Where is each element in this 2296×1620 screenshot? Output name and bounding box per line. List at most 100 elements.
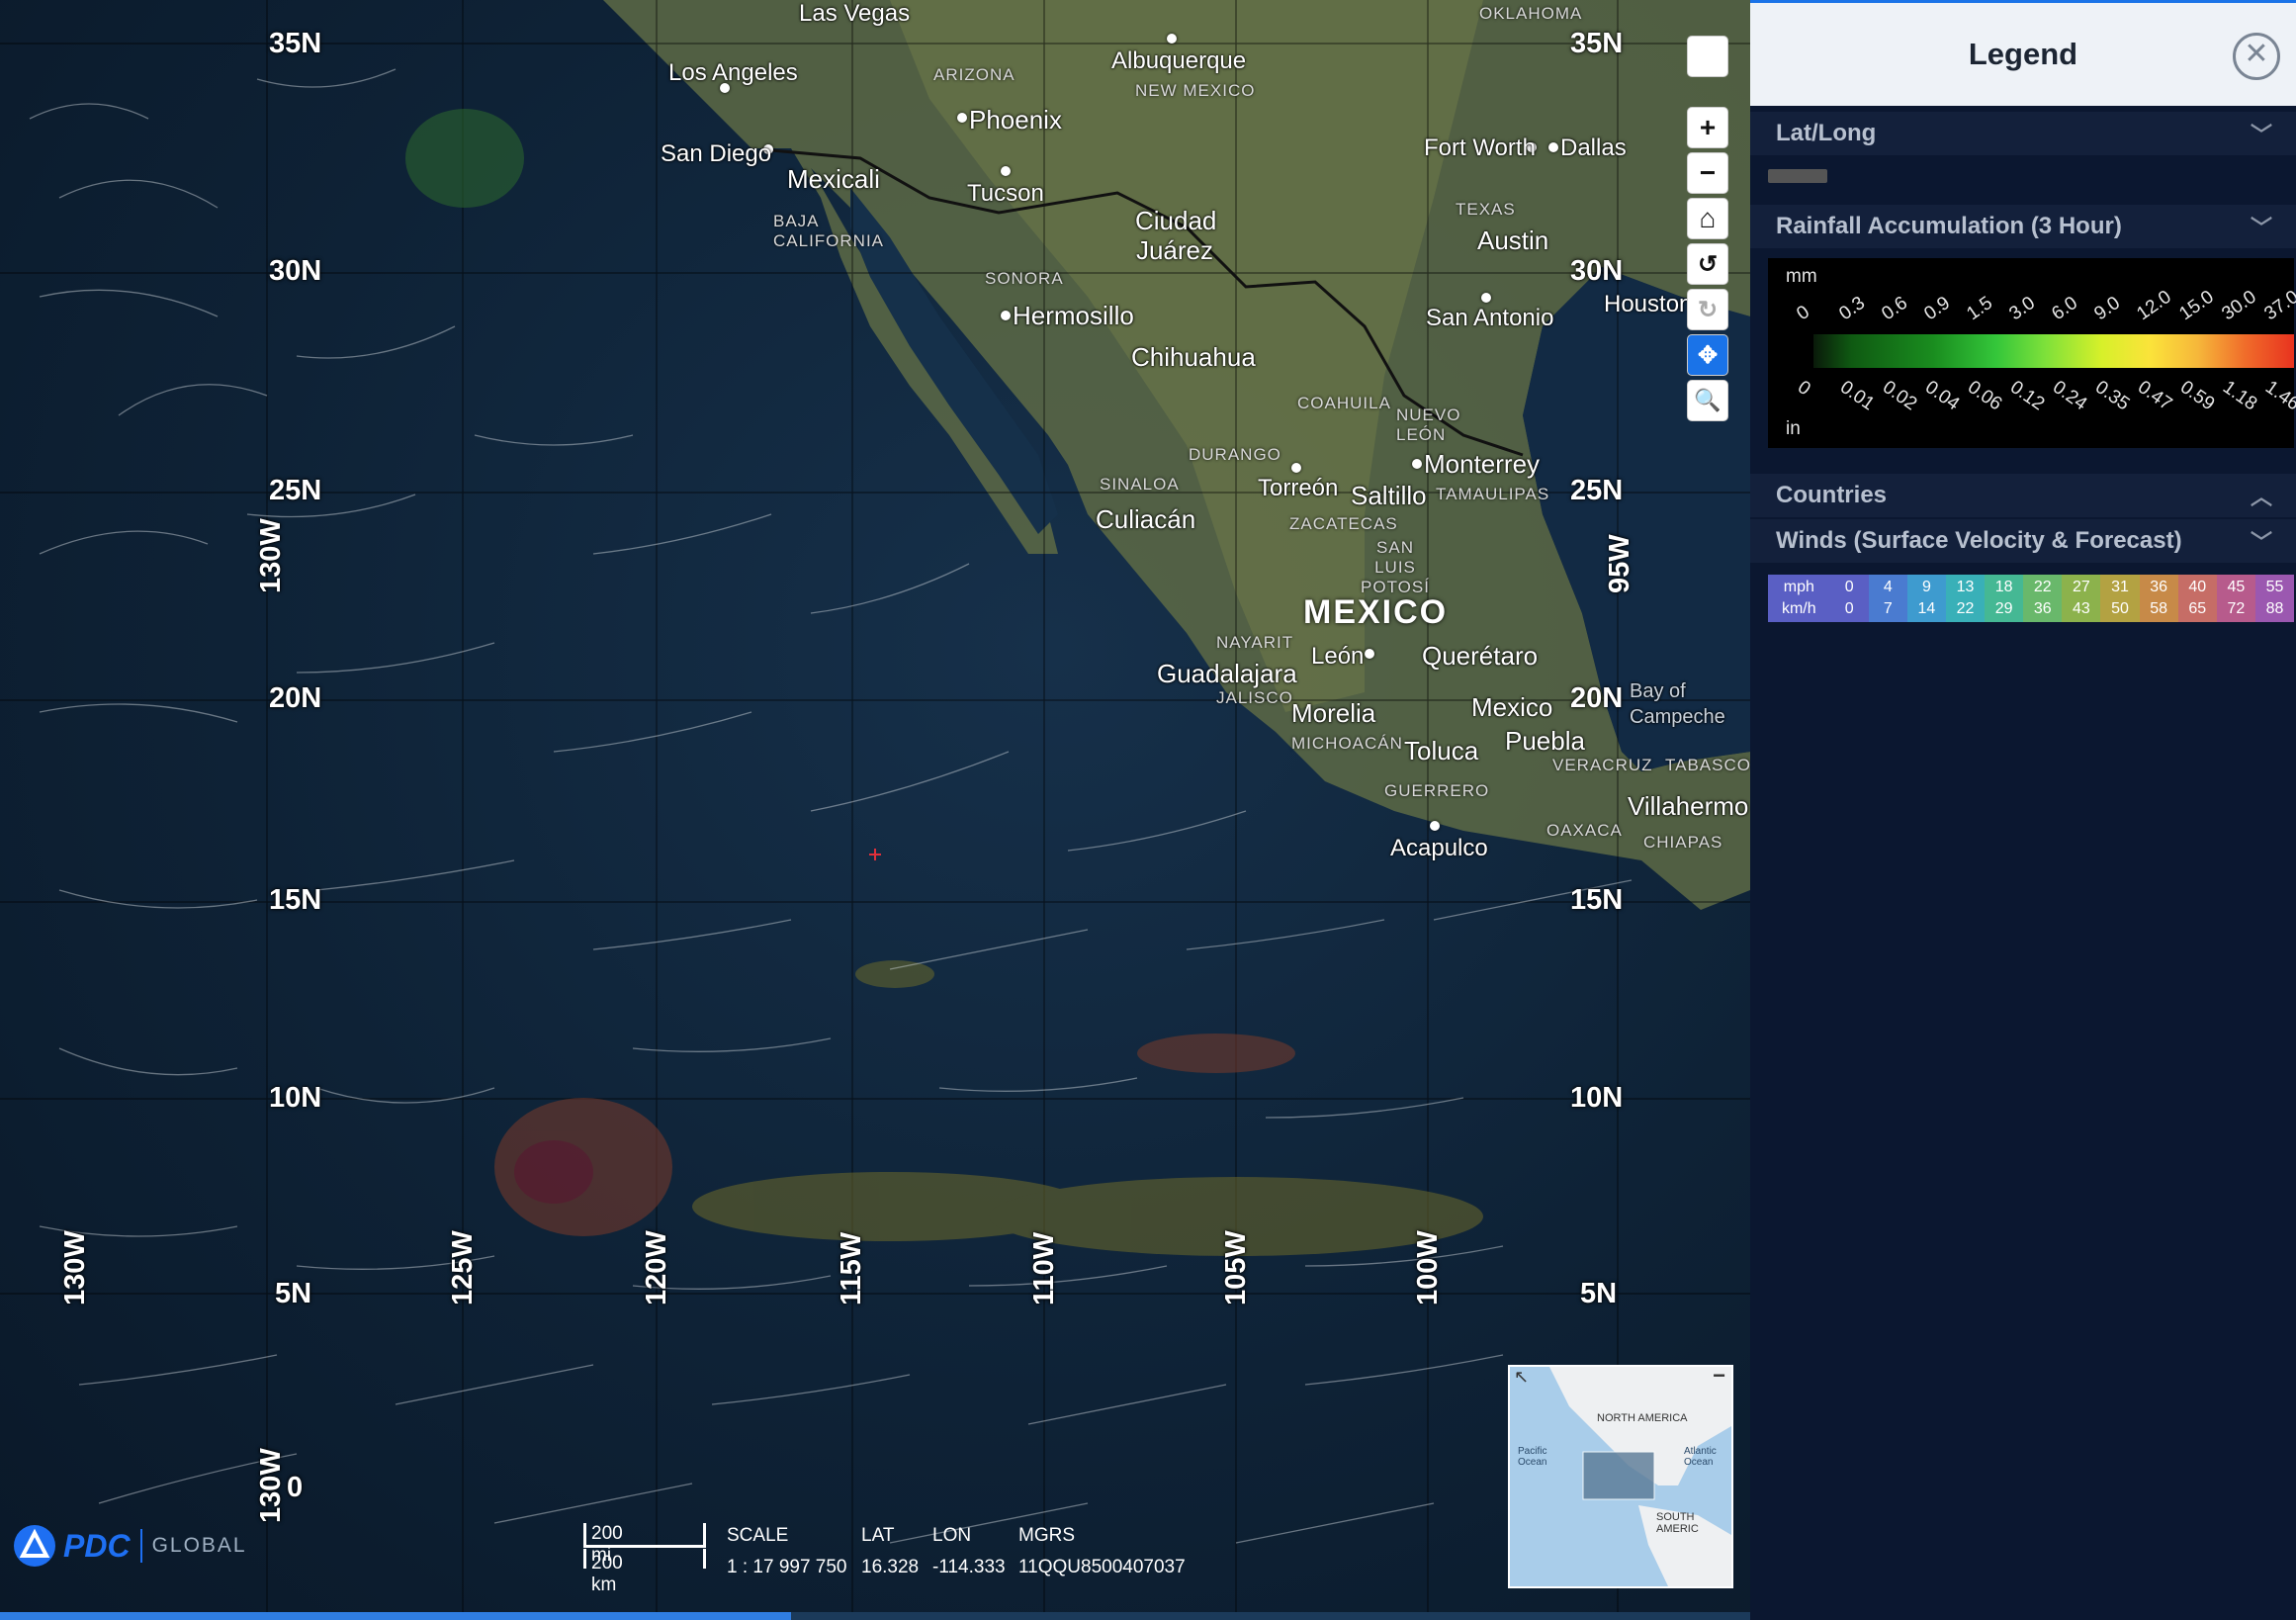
city-label: Querétaro (1422, 641, 1539, 671)
section-rainfall[interactable]: Rainfall Accumulation (3 Hour) ﹀ (1750, 205, 2296, 248)
city-label: Tucson (967, 180, 1044, 207)
overview-label: Pacific Ocean (1518, 1446, 1547, 1468)
rain-tick-in: 0.35 (2090, 377, 2134, 415)
city-label: Hermosillo (1013, 301, 1134, 330)
close-icon[interactable]: ✕ (2233, 33, 2280, 80)
overview-label: SOUTH AMERIC (1656, 1511, 1699, 1535)
home-button[interactable]: ⌂ (1687, 198, 1728, 239)
rainfall-legend: mm in 0 0.3 0.6 0.9 1.5 3.0 6.0 9.0 12.0 15.0 30.0… (1768, 258, 2296, 448)
city-label: Mexico (1471, 692, 1553, 722)
map-canvas[interactable]: 35N 30N 25N 20N 15N 10N 5N 0 35N 30N 25N… (0, 0, 1750, 1620)
city-label: Monterrey (1424, 449, 1541, 479)
lat-label-text: LAT (861, 1525, 895, 1546)
lon-label: 115W (836, 1231, 867, 1305)
rain-tick-mm: 0.3 (1835, 292, 1870, 325)
city-label: Phoenix (969, 105, 1062, 135)
rain-tick-in: 1.46 (2260, 377, 2296, 415)
lat-label: 10N (269, 1082, 322, 1114)
wind-swatch: 13 22 (1945, 575, 1986, 622)
city-label: Chihuahua (1131, 342, 1256, 372)
section-label: Countries (1776, 482, 1888, 508)
rain-tick-in: 0.24 (2048, 377, 2091, 415)
lon-label: 130W (255, 1448, 287, 1523)
section-winds[interactable]: Winds (Surface Velocity & Forecast) ﹀ (1750, 519, 2296, 563)
city-label: Dallas (1560, 135, 1627, 161)
city-label: Houston (1604, 291, 1693, 317)
chevron-down-icon: ﹀ (2250, 216, 2272, 240)
pdc-logo-icon (14, 1525, 55, 1567)
section-label: Rainfall Accumulation (3 Hour) (1776, 213, 2122, 239)
section-countries[interactable]: Countries ︿ (1750, 474, 2296, 517)
collapse-icon[interactable]: − (1713, 1363, 1725, 1389)
region-label: SINALOA (1100, 475, 1180, 494)
wind-unit-kmh: km/h (1781, 600, 1816, 617)
rainfall-gradient (1813, 334, 2294, 368)
lon-label-text: LON (932, 1525, 972, 1546)
lat-label-right: 35N (1570, 28, 1624, 59)
city-label: Villahermo (1628, 791, 1749, 821)
rain-tick-mm: 15.0 (2175, 286, 2218, 325)
expand-icon[interactable]: ↖ (1514, 1367, 1529, 1388)
legend-panel: Legend ✕ Lat/Long ﹀ Rainfall Accumulatio… (1750, 0, 2296, 1620)
scale-label: SCALE (727, 1525, 789, 1546)
section-label: Winds (Surface Velocity & Forecast) (1776, 527, 2182, 554)
lat-label: 5N (275, 1278, 312, 1309)
lon-label: 95W (1604, 534, 1635, 593)
rain-tick-mm: 6.0 (2048, 292, 2082, 325)
city-label: Albuquerque (1111, 47, 1247, 74)
city-label: Culiacán (1096, 504, 1196, 534)
rain-tick-mm: 37.0 (2260, 286, 2296, 325)
mgrs-value: 11QQU8500407037 (1018, 1557, 1186, 1577)
layer-toggle-button[interactable] (1687, 36, 1728, 77)
zoom-out-button[interactable]: − (1687, 152, 1728, 194)
scale-km: 200 km (591, 1553, 623, 1595)
rain-tick-in: 1.18 (2218, 377, 2261, 415)
city-label: Fort Worth (1424, 135, 1536, 161)
lon-label: 105W (1220, 1230, 1252, 1305)
rotate-right-button[interactable]: ↻ (1687, 289, 1728, 330)
coordinate-readout: SCALE LAT LON MGRS 1 : 17 997 750 16.328… (727, 1525, 1186, 1578)
overview-label: Atlantic Ocean (1684, 1446, 1717, 1468)
brand-global: GLOBAL (151, 1534, 247, 1557)
wind-unit-mph: mph (1783, 579, 1814, 595)
water-label: Bay of Campeche (1630, 680, 1725, 728)
region-label: GUERRERO (1384, 781, 1490, 800)
rain-tick-in: 0.01 (1835, 377, 1879, 415)
lon-value: -114.333 (932, 1557, 1006, 1577)
region-label: TABASCO (1665, 756, 1750, 774)
rain-tick-mm: 0.6 (1878, 292, 1912, 325)
city-label: Puebla (1505, 726, 1585, 756)
wind-swatch: 9 14 (1906, 575, 1946, 622)
rotate-left-button[interactable]: ↺ (1687, 243, 1728, 285)
region-label: SONORA (985, 269, 1064, 288)
region-label: OAXACA (1546, 821, 1623, 840)
rain-tick-in: 0 (1793, 377, 1814, 401)
zoom-box-button[interactable]: 🔍 (1687, 380, 1728, 421)
rain-tick-in: 0.12 (2005, 377, 2049, 415)
chevron-up-icon: ︿ (2250, 485, 2272, 509)
country-label: MEXICO (1303, 593, 1449, 631)
rain-tick-mm: 0.9 (1920, 292, 1955, 325)
lat-label: 0 (287, 1472, 304, 1503)
wind-swatch: 31 50 (2100, 575, 2140, 622)
overview-map-graphic (1549, 1367, 1731, 1586)
lon-label: 130W (255, 518, 287, 593)
lat-label-right: 15N (1570, 884, 1624, 916)
map-controls: + − ⌂ ↺ ↻ ✥ 🔍 (1687, 36, 1728, 425)
zoom-in-button[interactable]: + (1687, 107, 1728, 148)
region-label: ZACATECAS (1289, 514, 1398, 533)
rain-tick-mm: 3.0 (2005, 292, 2040, 325)
region-label: TEXAS (1456, 200, 1516, 219)
latlong-swatch (1768, 169, 1827, 183)
pan-button[interactable]: ✥ (1687, 334, 1728, 376)
lat-value: 16.328 (861, 1557, 920, 1577)
section-latlong[interactable]: Lat/Long ﹀ (1750, 112, 2296, 155)
city-label: San Diego (661, 140, 772, 167)
region-label: JALISCO (1216, 688, 1293, 707)
city-label: León (1311, 643, 1365, 670)
overview-map[interactable]: NORTH AMERICA SOUTH AMERIC Pacific Ocean… (1508, 1363, 1733, 1588)
region-label: OKLAHOMA (1479, 4, 1583, 23)
rain-tick-in: 0.02 (1878, 377, 1921, 415)
city-label: Austin (1477, 225, 1549, 255)
timeline-bar[interactable] (0, 1612, 1750, 1620)
